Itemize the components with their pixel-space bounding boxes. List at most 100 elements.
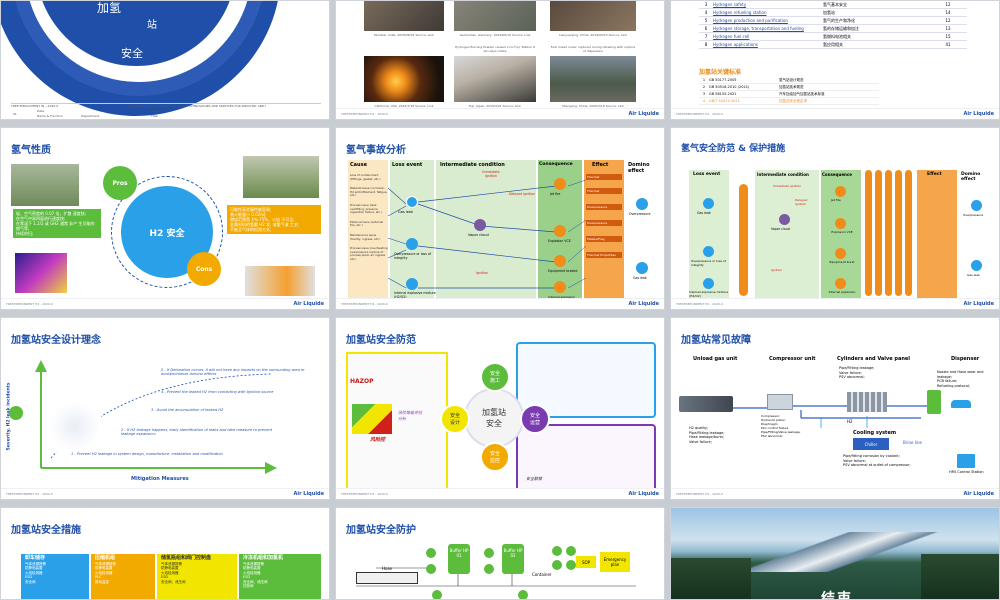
caption-2: Gemünden, Germany, 2019/06/10 Source: Li… (459, 33, 531, 37)
caption-1: Mumbai, India, 2018/06/01 Source: Link (374, 33, 434, 37)
slide-title: 加氢站安全措施 (11, 525, 81, 536)
title-footer-mid: AIR LIQUIDE CHAMPS LIMITED TO BASIC TECH… (126, 104, 266, 108)
slide-3-thumbnail[interactable]: 3 Hydrogen safety 氢气基本安全 12 4 Hydrogen refue… (670, 0, 1000, 120)
photo-flame (11, 164, 79, 206)
hydrogen-pin-icon (9, 406, 23, 420)
photo-jet (245, 266, 315, 296)
ign-immediate: Immediate ignition (482, 170, 500, 178)
photo-3 (550, 1, 636, 31)
cons-circle: Cons (187, 252, 221, 286)
air-liquide-logo-icon: Air Liquide (628, 111, 659, 117)
slide-11-thumbnail[interactable]: 加氢站安全防护 Hose Buffer HP 01 Buffer HP 02 C… (335, 507, 665, 600)
title-footer-left: TREE EMPLOYMENT IN ~2020-0 (11, 104, 59, 108)
step-3: 3 - Avoid the accumulation of leaked H2 (151, 408, 224, 412)
ign-delayed: Delayed ignition (508, 192, 536, 196)
photo-4 (364, 56, 444, 102)
sop-box: SOP (576, 556, 596, 568)
pros-list: 轻、空气密度的 0.07 倍，扩散 速度快; 在空气中易四面进行速度快; 在常温下 … (13, 209, 101, 238)
overpressure-icon (703, 246, 714, 257)
petal-operation: 安全 运营 (520, 404, 550, 434)
forest-right (921, 554, 999, 599)
overpressure-icon (406, 238, 418, 250)
container-label: Container (532, 572, 552, 577)
equipment-icon (554, 255, 566, 267)
slide-footer: TRESTREPONDENT H2 - 2020-0 Air Liquide (671, 488, 999, 499)
emergency-box: Emergency plan (600, 552, 630, 572)
slide-1-thumbnail[interactable]: 加氢 站 安全 TREE EMPLOYMENT IN ~2020-0 AIR L… (0, 0, 330, 120)
ring-word-3: 安全 (121, 47, 143, 60)
slide-9-thumbnail[interactable]: 加氢站常见故障 Unload gas unit Compressor unit … (670, 317, 1000, 500)
slide-footer: TRESTREPONDENT H2 - 2020-0 Air Liquide (671, 298, 999, 309)
instrument-node (484, 564, 494, 574)
chiller-box: Chiller (853, 438, 889, 450)
cons-explosion: Explosion VCE (548, 239, 571, 243)
slide-footer: TRESTREPONDENT H2 - 2020-0 Air Liquide (1, 298, 329, 309)
petal-design: 安全 设计 (440, 404, 470, 434)
node-vapor-cloud: Vapor cloud (771, 227, 790, 231)
slide-7-thumbnail[interactable]: 加氢站安全设计理念 Severity, H2 leak incidents Mi… (0, 317, 330, 500)
barrier-4 (885, 170, 892, 296)
effect-list: Thermal Thermal Overpressure Overpressur… (586, 174, 622, 258)
instrument-node (552, 560, 562, 570)
photo-5 (454, 56, 536, 102)
domino-gas-leak-icon (971, 260, 982, 271)
barrier-1 (739, 184, 748, 296)
hazop-label: HAZOP (350, 378, 374, 385)
hrs-label: HRS Control Station (949, 470, 984, 474)
slide-6-thumbnail[interactable]: 氢气安全防范 & 保护措施 Loss event Intermediate co… (670, 127, 1000, 310)
end-word: 结束 (821, 591, 853, 600)
cons-jet-fire: Jet fire (831, 198, 841, 202)
slide-12-thumbnail[interactable]: 结束 (670, 507, 1000, 600)
table-row: 4 Hydrogen refueling station 加氢站 14 (699, 9, 967, 17)
instrument-node (566, 546, 576, 556)
petal-construction: 安全 施工 (480, 362, 510, 392)
domino-overpressure: Overpressure (629, 212, 651, 216)
cooling-label: Cooling system (853, 430, 897, 436)
standards-table: 1 GB 50177-2005 氢气站设计规范 2 GB 50516-2010 (20… (699, 77, 879, 105)
step-4: 4 - Prevent the leaked H2 from contactin… (161, 390, 274, 394)
note-2: Fuel mixed route: ruptured during refuel… (550, 45, 636, 53)
cons-list: 可能性高泄漏性能容易; 着火能量小 0.02mJ; 燃烧范围宽 4%-75%，火焰 … (227, 205, 321, 234)
internal-explosion-icon (554, 281, 566, 293)
photo-1 (364, 1, 444, 31)
air-liquide-logo-icon: Air Liquide (628, 491, 659, 497)
standards-title: 加氢站关键标准 (699, 69, 742, 76)
domino-overpressure: Overpressure (963, 213, 984, 217)
ign-ignition: Ignition (476, 271, 488, 275)
step-2: 2 - If H2 leakage happens, early identif… (121, 428, 273, 436)
slide-8-thumbnail[interactable]: 加氢站安全防范 HAZOP 风险控 风险等级评估分析 安全联锁 加氢站 安全 安… (335, 317, 665, 500)
table-row: 3 Hydrogen safety 氢气基本安全 12 (699, 1, 967, 9)
slide-2-thumbnail[interactable]: Mumbai, India, 2018/06/01 Source: Link G… (335, 0, 665, 120)
operation-panel (516, 424, 656, 494)
field-dept: Department (81, 114, 100, 118)
slide-10-thumbnail[interactable]: 加氢站安全措施 卸车储存 气体泄漏报警 防静电装置 火焰检测器 ESD 安全阀 压缩机组气… (0, 507, 330, 600)
h2-line-label: H2 (847, 419, 853, 424)
table-row: 5 Hydrogen production and purification 氢气的… (699, 17, 967, 25)
hose-box (356, 572, 418, 584)
risk-label: 风险控 (370, 437, 386, 443)
table-row: 1 GB 50177-2005 氢气站设计规范 (699, 77, 879, 84)
internal-mixture-icon (406, 278, 418, 290)
measure-col-3: 储氢瓶组和阀门控制盘 气体泄漏报警 防静电装置 火焰检测器 ESD 安全阀，泄压阀 (157, 554, 237, 599)
domino-gas-leak: Gas leak (633, 276, 647, 280)
hdr-effect: Effect (927, 172, 942, 177)
photo-6 (550, 56, 636, 102)
slide-footer: TRESTREPONDENT H2 - 2020-0 Air Liquide (336, 108, 664, 119)
photo-field (243, 156, 319, 198)
ring-word-2: 站 (147, 20, 157, 31)
instrument-node (552, 546, 562, 556)
step-icons (49, 402, 101, 452)
air-liquide-logo-icon: Air Liquide (963, 491, 994, 497)
cool-faults: Pipe/fitting corrosion by coolant; Valve … (843, 454, 911, 467)
slide-5-thumbnail[interactable]: 氢气事故分析 Cause Loss event Intermediate con… (335, 127, 665, 310)
measure-col-2: 压缩机组 气体泄漏报警 防静电装置 火焰检测器 PLC 振动监控 (91, 554, 155, 599)
explosion-icon (835, 218, 846, 229)
measure-col-1: 卸车储存 气体泄漏报警 防静电装置 火焰检测器 ESD 安全阀 (21, 554, 89, 599)
ign-immediate: Immediate ignition (772, 184, 802, 188)
risk-matrix (352, 404, 392, 434)
field-date2: Date (151, 109, 159, 113)
ring-word-1: 加氢 (97, 1, 122, 15)
hdr-intermediate: Intermediate condition (757, 172, 809, 177)
node-vapor-cloud: Vapor cloud (468, 233, 489, 237)
slide-4-thumbnail[interactable]: 氢气性质 H2 安全 Pros Cons 轻、空气密度的 0.07 倍，扩散 速… (0, 127, 330, 310)
